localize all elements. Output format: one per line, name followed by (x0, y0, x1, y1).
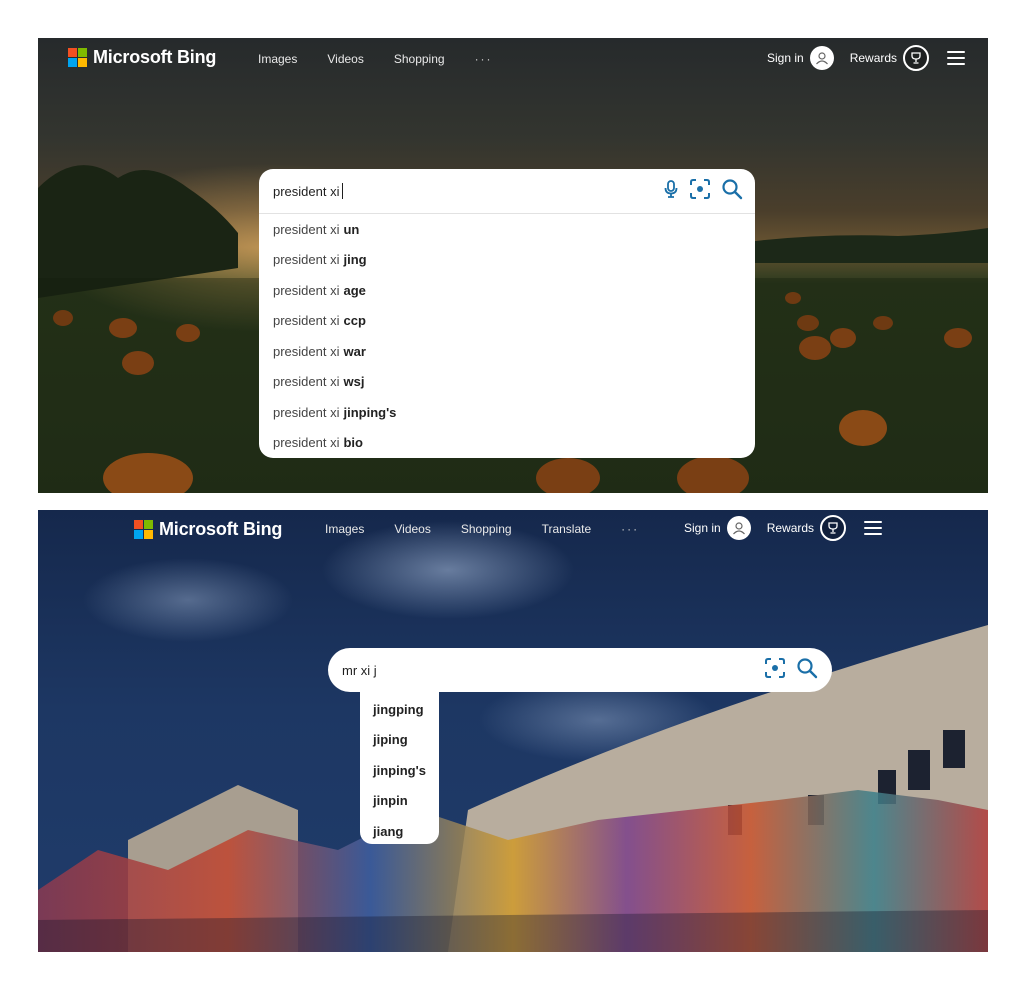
avatar-icon[interactable] (726, 516, 751, 540)
suggestion-item[interactable]: jiang (360, 816, 439, 847)
nav-translate[interactable]: Translate (542, 522, 592, 536)
microsoft-logo-icon (134, 520, 153, 539)
suggestion-prefix: president xi (273, 343, 340, 359)
avatar-icon[interactable] (809, 46, 834, 70)
suggestion-item[interactable]: president xi ccp (259, 306, 755, 337)
suggestion-completion: jing (343, 252, 367, 268)
suggestion-item[interactable]: jiping (360, 725, 439, 756)
suggestion-list: president xi un president xi jing presiden… (259, 214, 755, 458)
suggestion-prefix: president xi (273, 221, 340, 237)
nav-videos[interactable]: Videos (394, 522, 430, 536)
more-menu[interactable]: ··· (621, 522, 639, 536)
suggestion-dropdown: jingping jiping jinping's jinpin jiang (360, 690, 439, 844)
suggestion-completion: jinping's (343, 404, 397, 420)
search-input[interactable]: mr xi j (328, 648, 832, 692)
brand-name: Microsoft Bing (93, 47, 217, 67)
suggestion-completion: ccp (343, 313, 366, 329)
suggestion-prefix: president xi (273, 404, 340, 420)
suggestion-item[interactable]: president xi jinping's (259, 397, 755, 428)
suggestion-item[interactable]: president xi un (259, 214, 755, 245)
suggestion-item[interactable]: president xi age (259, 275, 755, 306)
search-query-text: mr xi j (342, 662, 377, 678)
header-right: Sign in Rewards (684, 515, 883, 541)
top-nav: Images Videos Shopping ··· (258, 52, 493, 66)
sign-in-link[interactable]: Sign in (684, 521, 721, 535)
hamburger-menu-icon[interactable] (864, 521, 883, 535)
microphone-icon[interactable] (663, 179, 679, 204)
search-box-with-suggestions: president xi president xi un president xi… (259, 169, 755, 458)
top-nav: Images Videos Shopping Translate ··· (325, 522, 639, 536)
suggestion-item[interactable]: president xi war (259, 336, 755, 367)
rewards-trophy-icon[interactable] (820, 515, 847, 541)
nav-videos[interactable]: Videos (327, 52, 363, 66)
suggestion-item[interactable]: president xi jing (259, 245, 755, 276)
suggestion-item[interactable]: jinping's (360, 755, 439, 786)
hamburger-menu-icon[interactable] (947, 51, 966, 65)
visual-search-icon[interactable] (689, 178, 711, 205)
suggestion-completion: bio (343, 435, 363, 451)
search-query-text: president xi (273, 183, 340, 199)
rewards-link[interactable]: Rewards (850, 51, 897, 65)
rewards-trophy-icon[interactable] (903, 45, 930, 71)
bing-logo[interactable]: Microsoft Bing (68, 47, 216, 68)
screenshot-2-bing-homepage: Microsoft Bing Images Videos Shopping Tr… (38, 510, 988, 952)
brand-name: Microsoft Bing (159, 519, 283, 539)
suggestion-item[interactable]: president xi bio (259, 428, 755, 459)
suggestion-prefix: president xi (273, 435, 340, 451)
suggestion-prefix: president xi (273, 252, 340, 268)
suggestion-completion: wsj (343, 374, 365, 390)
suggestion-prefix: president xi (273, 282, 340, 298)
visual-search-icon[interactable] (764, 657, 786, 684)
sign-in-link[interactable]: Sign in (767, 51, 804, 65)
nav-images[interactable]: Images (258, 52, 297, 66)
microsoft-logo-icon (68, 48, 87, 67)
suggestion-item[interactable]: president xi wsj (259, 367, 755, 398)
nav-shopping[interactable]: Shopping (394, 52, 445, 66)
search-icon[interactable] (721, 178, 743, 205)
suggestion-item[interactable]: jingping (360, 694, 439, 725)
suggestion-completion: age (343, 282, 366, 298)
nav-shopping[interactable]: Shopping (461, 522, 512, 536)
screenshot-1-bing-homepage: Microsoft Bing Images Videos Shopping ··… (38, 38, 988, 493)
suggestion-prefix: president xi (273, 374, 340, 390)
nav-images[interactable]: Images (325, 522, 364, 536)
text-caret (342, 183, 344, 199)
background-colorful-building (38, 625, 988, 952)
suggestion-prefix: president xi (273, 313, 340, 329)
rewards-link[interactable]: Rewards (767, 521, 814, 535)
more-menu[interactable]: ··· (475, 52, 493, 66)
search-icon[interactable] (796, 657, 818, 684)
suggestion-completion: war (343, 343, 366, 359)
suggestion-item[interactable]: jinpin (360, 786, 439, 817)
bing-logo[interactable]: Microsoft Bing (134, 519, 282, 540)
suggestion-completion: un (343, 221, 360, 237)
header-right: Sign in Rewards (767, 45, 966, 71)
search-input[interactable]: president xi (259, 169, 755, 213)
